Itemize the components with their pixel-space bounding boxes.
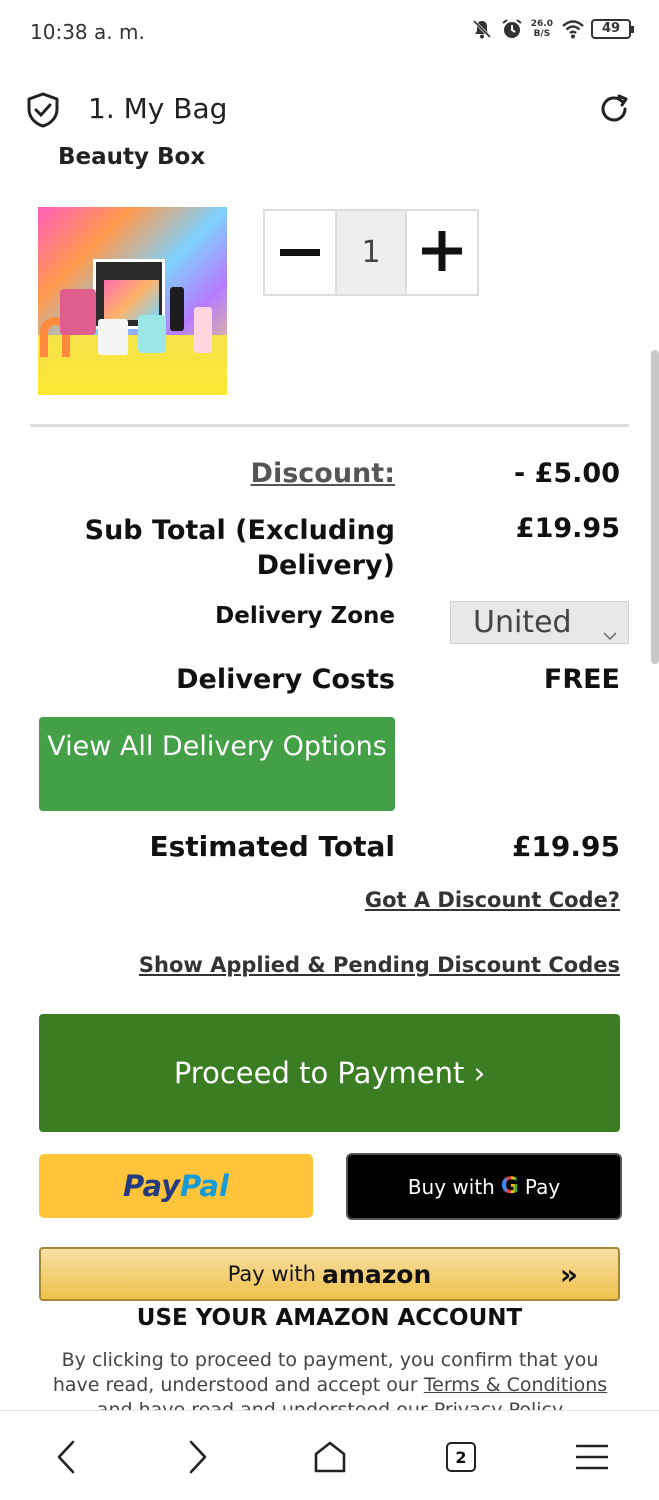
amazon-logo: amazon [321,1259,432,1289]
chevron-down-icon [602,614,618,655]
status-time: 10:38 a. m. [30,20,145,44]
top-bar: 1. My Bag [0,78,659,144]
legal-text: By clicking to proceed to payment, you c… [40,1348,620,1410]
menu-icon[interactable] [572,1437,612,1477]
discount-label[interactable]: Discount: [251,458,395,489]
product-name: Beauty Box [58,144,206,170]
product-image[interactable] [38,207,227,395]
amazon-account-note: USE YOUR AMAZON ACCOUNT [136,1305,523,1331]
tab-count: 2 [446,1442,476,1472]
tabs-icon[interactable]: 2 [441,1437,481,1477]
estimated-total-value: £19.95 [511,830,620,863]
home-icon[interactable] [310,1437,350,1477]
gpay-pay: Pay [524,1174,561,1199]
network-speed: 26.0 B/S [531,19,553,39]
status-icons: 26.0 B/S 49 [471,18,634,40]
refresh-icon[interactable] [597,92,631,130]
discount-value: - £5.00 [513,458,620,489]
scrollbar[interactable] [651,350,659,664]
alarm-icon [501,18,523,40]
increase-quantity-button[interactable] [407,211,477,294]
amazon-prefix: Pay with [227,1262,316,1286]
wifi-icon [561,18,584,40]
net-speed-unit: B/S [533,29,551,39]
quantity-value[interactable]: 1 [335,211,407,294]
delivery-zone-value: United [473,605,572,640]
google-pay-button[interactable]: Buy with G Pay [346,1153,622,1220]
show-discount-codes-link[interactable]: Show Applied & Pending Discount Codes [139,953,620,977]
delivery-zone-select[interactable]: United [450,601,629,644]
back-icon[interactable] [46,1437,86,1477]
battery-icon: 49 [591,19,634,39]
minus-icon [280,243,320,262]
delivery-costs-label: Delivery Costs [176,664,395,695]
quantity-stepper: 1 [263,209,479,296]
shield-check-icon [26,92,60,132]
subtotal-label: Sub Total (Excluding Delivery) [84,515,395,581]
estimated-total-label: Estimated Total [149,830,395,863]
proceed-to-payment-button[interactable]: Proceed to Payment › [39,1014,620,1132]
delivery-zone-label: Delivery Zone [215,603,395,629]
status-bar: 10:38 a. m. 26.0 B/S 49 [0,0,659,68]
delivery-costs-value: FREE [543,664,620,695]
amazon-pay-button[interactable]: Pay with amazon » [39,1247,620,1301]
google-g-icon: G [500,1174,519,1199]
double-chevron-right-icon: » [559,1258,578,1291]
plus-icon [422,230,462,275]
net-speed-value: 26.0 [530,19,553,29]
terms-link[interactable]: Terms & Conditions [424,1374,607,1396]
browser-nav-bar: 2 [0,1410,659,1500]
forward-icon[interactable] [178,1437,218,1477]
divider [30,424,629,427]
page-title: 1. My Bag [88,92,228,125]
paypal-logo-pay: Pay [123,1169,181,1203]
paypal-button[interactable]: PayPal [39,1154,313,1218]
paypal-logo-pal: Pal [180,1169,229,1203]
mute-bell-icon [471,18,493,40]
gpay-prefix: Buy with [407,1174,495,1199]
subtotal-value: £19.95 [515,513,620,544]
discount-code-link[interactable]: Got A Discount Code? [365,888,620,912]
view-delivery-options-button[interactable]: View All Delivery Options [39,717,395,811]
legal-text-part2: and have read and understood our Privacy… [96,1399,564,1410]
decrease-quantity-button[interactable] [265,211,335,294]
